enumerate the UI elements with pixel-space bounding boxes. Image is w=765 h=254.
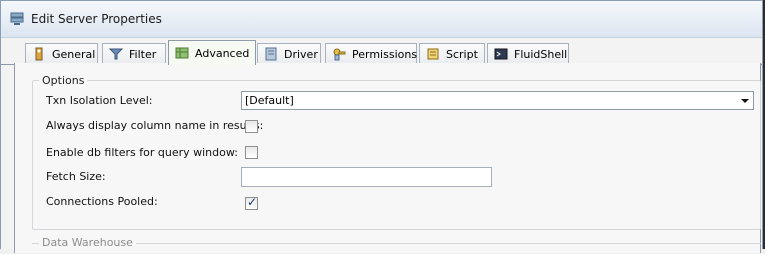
- tab-filter-label: Filter: [129, 47, 157, 61]
- tab-driver[interactable]: Driver: [257, 43, 321, 64]
- general-icon: [35, 47, 43, 61]
- filter-icon: [109, 48, 123, 60]
- data-warehouse-group-title: Data Warehouse: [39, 236, 136, 249]
- chevron-down-icon: [741, 99, 749, 103]
- txn-isolation-value: [Default]: [245, 94, 294, 107]
- connections-pooled-label: Connections Pooled:: [46, 195, 158, 208]
- tab-driver-label: Driver: [284, 47, 318, 61]
- options-group-title: Options: [39, 74, 88, 87]
- driver-icon: [265, 47, 277, 61]
- enable-db-filters-label: Enable db filters for query window:: [46, 146, 238, 159]
- txn-isolation-label: Txn Isolation Level:: [46, 94, 153, 107]
- server-icon: [10, 12, 24, 25]
- tab-filter[interactable]: Filter: [102, 43, 166, 64]
- script-icon: [427, 48, 439, 60]
- tab-script[interactable]: Script: [419, 43, 485, 64]
- window-title: Edit Server Properties: [31, 12, 162, 26]
- tab-advanced[interactable]: Advanced: [168, 40, 256, 65]
- tab-general-label: General: [52, 47, 96, 61]
- connections-pooled-checkbox[interactable]: [245, 195, 258, 210]
- tab-bar: General Filter Advanced Driver Permissio…: [1, 39, 762, 65]
- tab-fluidshell[interactable]: FluidShell: [487, 43, 569, 64]
- fetch-size-input[interactable]: [241, 167, 492, 187]
- always-display-label: Always display column name in results:: [46, 119, 264, 132]
- tab-permissions[interactable]: Permissions: [325, 43, 417, 64]
- fluidshell-icon: [494, 48, 508, 60]
- title-bar: Edit Server Properties: [1, 1, 762, 38]
- permissions-icon: [333, 48, 346, 61]
- txn-isolation-select[interactable]: [Default]: [241, 91, 754, 110]
- tab-general[interactable]: General: [25, 43, 98, 64]
- fetch-size-label: Fetch Size:: [46, 170, 106, 183]
- tab-advanced-label: Advanced: [195, 46, 250, 60]
- tab-fluidshell-label: FluidShell: [514, 47, 568, 61]
- advanced-icon: [175, 47, 189, 59]
- enable-db-filters-checkbox[interactable]: [245, 146, 258, 159]
- always-display-checkbox[interactable]: [245, 120, 258, 133]
- tab-permissions-label: Permissions: [352, 47, 418, 61]
- tab-script-label: Script: [446, 47, 478, 61]
